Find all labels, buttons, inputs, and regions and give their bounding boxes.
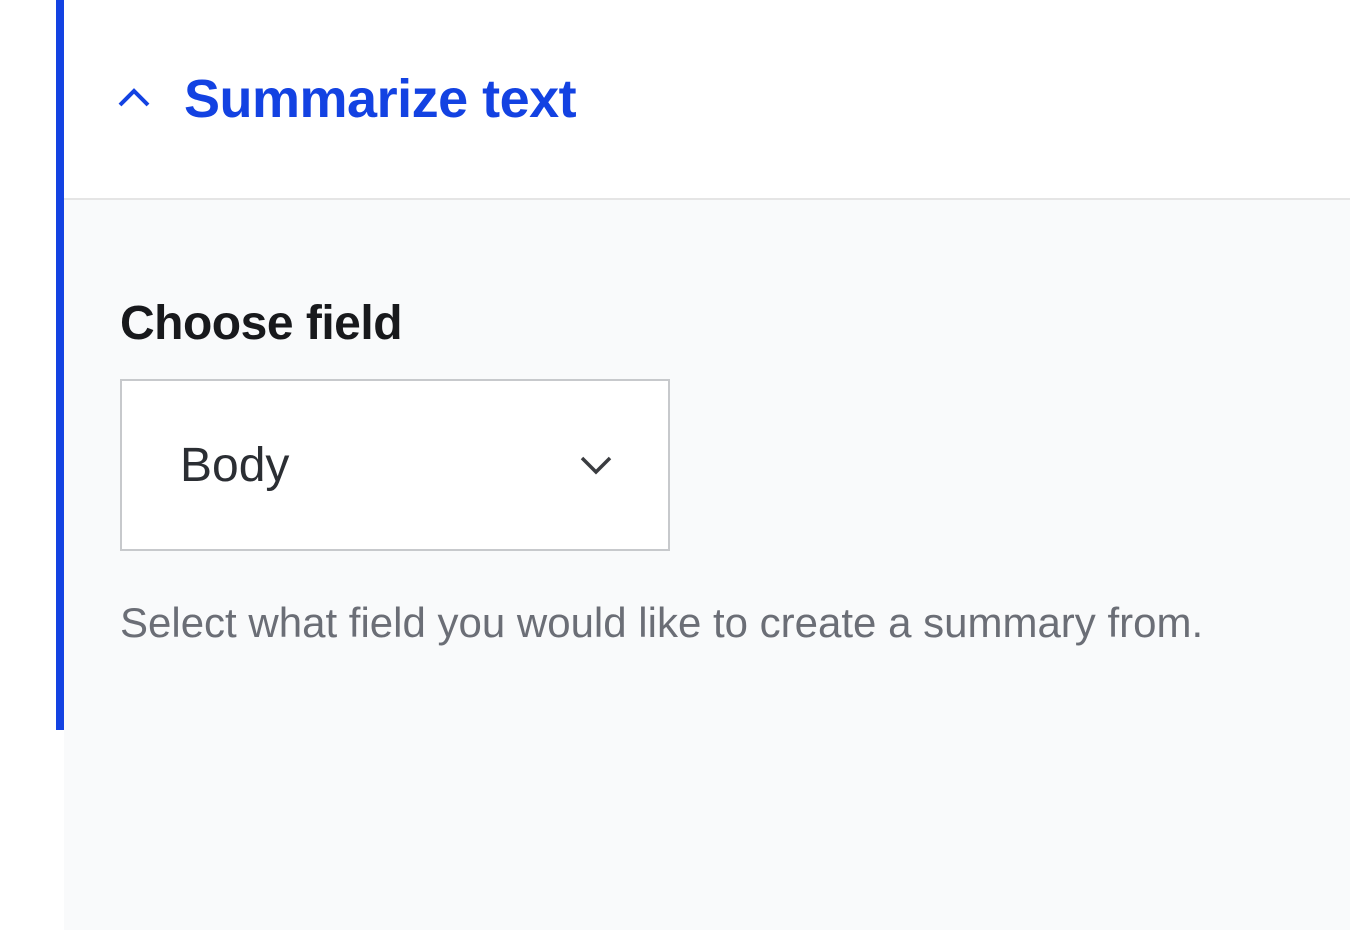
accordion-title: Summarize text (184, 68, 576, 130)
help-text: Select what field you would like to crea… (120, 591, 1240, 654)
summarize-panel: Summarize text Choose field Body Select … (56, 0, 1350, 730)
chevron-up-icon (112, 77, 156, 121)
accordion-body: Choose field Body Select what field you … (64, 200, 1350, 930)
accordion-header[interactable]: Summarize text (64, 0, 1350, 200)
chevron-down-icon (572, 441, 620, 489)
select-value: Body (180, 438, 289, 493)
choose-field-select[interactable]: Body (120, 379, 670, 551)
field-label: Choose field (120, 296, 1294, 351)
